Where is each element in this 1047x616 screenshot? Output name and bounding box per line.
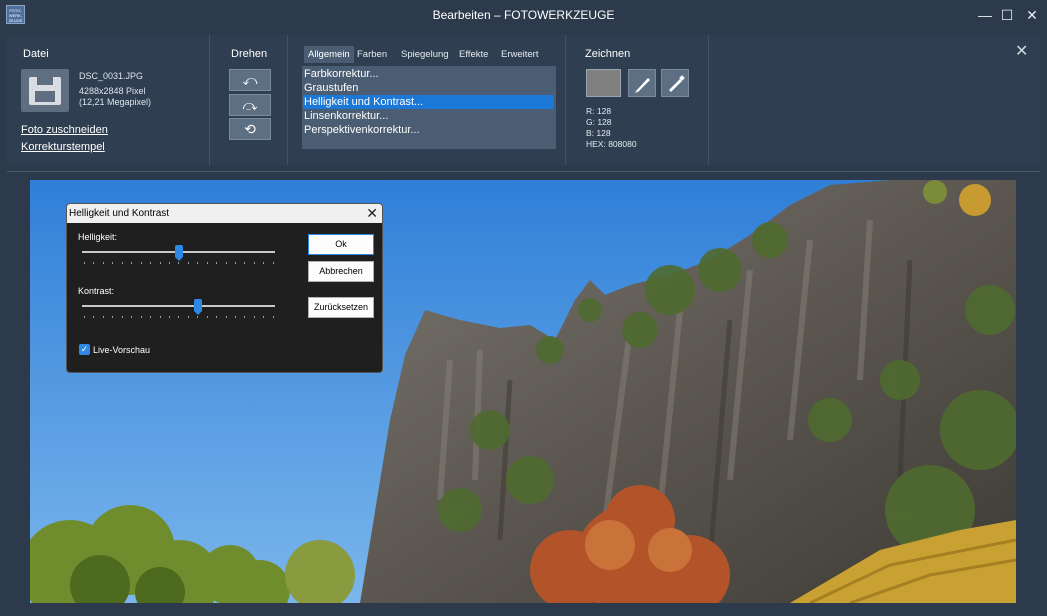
list-item-perspektivenkorrektur[interactable]: Perspektivenkorrektur... xyxy=(303,123,554,137)
crop-photo-link[interactable]: Foto zuschneiden xyxy=(21,124,108,136)
ok-button[interactable]: Ok xyxy=(308,234,374,255)
brightness-ticks xyxy=(84,262,274,265)
rotate-right-button[interactable]: ⤼ xyxy=(229,94,271,116)
contrast-slider-thumb[interactable] xyxy=(193,299,202,315)
list-item-graustufen[interactable]: Graustufen xyxy=(303,81,554,95)
contrast-ticks xyxy=(84,316,274,319)
tab-spiegelung[interactable]: Spiegelung xyxy=(397,46,453,63)
tab-farben[interactable]: Farben xyxy=(353,46,391,63)
close-ribbon-icon[interactable]: ✕ xyxy=(1015,41,1028,61)
reset-button[interactable]: Zurücksetzen xyxy=(308,297,374,318)
color-hex-value: HEX: 808080 xyxy=(586,139,637,149)
correction-stamp-link[interactable]: Korrekturstempel xyxy=(21,141,105,153)
dialog-titlebar: Helligkeit und Kontrast ✕ xyxy=(67,204,382,223)
tab-erweitert[interactable]: Erweitert xyxy=(497,46,542,63)
rotate-left-button[interactable]: ⤺ xyxy=(229,69,271,91)
draw-group-title: Zeichnen xyxy=(585,48,631,60)
color-b-value: B: 128 xyxy=(586,128,611,138)
brightness-slider-thumb[interactable] xyxy=(174,245,183,261)
contrast-slider[interactable] xyxy=(82,305,275,307)
title-bar: FOTO-WERK-ZEUGE Bearbeiten – FOTOWERKZEU… xyxy=(0,0,1047,30)
tools-tabbox: Allgemein Farben Spiegelung Effekte Erwe… xyxy=(302,43,556,149)
brush-icon[interactable] xyxy=(661,69,689,97)
file-group: Datei DSC_0031.JPG 4288x2848 Pixel (12,2… xyxy=(7,35,210,165)
dialog-close-icon[interactable]: ✕ xyxy=(366,205,378,222)
color-r-value: R: 128 xyxy=(586,106,612,116)
rotate-180-button[interactable]: ⟲ xyxy=(229,118,271,140)
list-item-linsenkorrektur[interactable]: Linsenkorrektur... xyxy=(303,109,554,123)
tab-effekte[interactable]: Effekte xyxy=(455,46,492,63)
tools-list: Farbkorrektur... Graustufen Helligkeit u… xyxy=(302,66,556,149)
file-name: DSC_0031.JPG xyxy=(79,71,144,81)
color-g-value: G: 128 xyxy=(586,117,612,127)
floppy-disk-icon[interactable] xyxy=(21,69,69,112)
list-item-helligkeit-kontrast[interactable]: Helligkeit und Kontrast... xyxy=(303,95,554,109)
file-dimensions: 4288x2848 Pixel xyxy=(79,86,146,96)
file-group-title: Datei xyxy=(23,48,49,60)
ribbon: Datei DSC_0031.JPG 4288x2848 Pixel (12,2… xyxy=(7,35,1040,165)
list-item-farbkorrektur[interactable]: Farbkorrektur... xyxy=(303,67,554,81)
window-title: Bearbeiten – FOTOWERKZEUGE xyxy=(432,8,615,22)
live-preview-checkbox[interactable]: ✓ xyxy=(79,344,90,355)
rotate-group-title: Drehen xyxy=(231,48,268,60)
file-megapixels: (12,21 Megapixel) xyxy=(79,97,152,107)
live-preview-label: Live-Vorschau xyxy=(93,345,151,355)
brightness-label: Helligkeit: xyxy=(78,232,118,242)
contrast-label: Kontrast: xyxy=(78,286,115,296)
cancel-button[interactable]: Abbrechen xyxy=(308,261,374,282)
dialog-title: Helligkeit und Kontrast xyxy=(69,208,170,219)
color-swatch[interactable] xyxy=(586,69,621,97)
tab-allgemein[interactable]: Allgemein xyxy=(304,46,354,63)
close-window-button[interactable]: ✕ xyxy=(1017,4,1047,26)
divider xyxy=(7,171,1040,172)
tools-tabs: Allgemein Farben Spiegelung Effekte Erwe… xyxy=(302,43,556,65)
pencil-icon[interactable] xyxy=(628,69,656,97)
brightness-contrast-dialog: Helligkeit und Kontrast ✕ Helligkeit: Ko… xyxy=(66,203,383,373)
